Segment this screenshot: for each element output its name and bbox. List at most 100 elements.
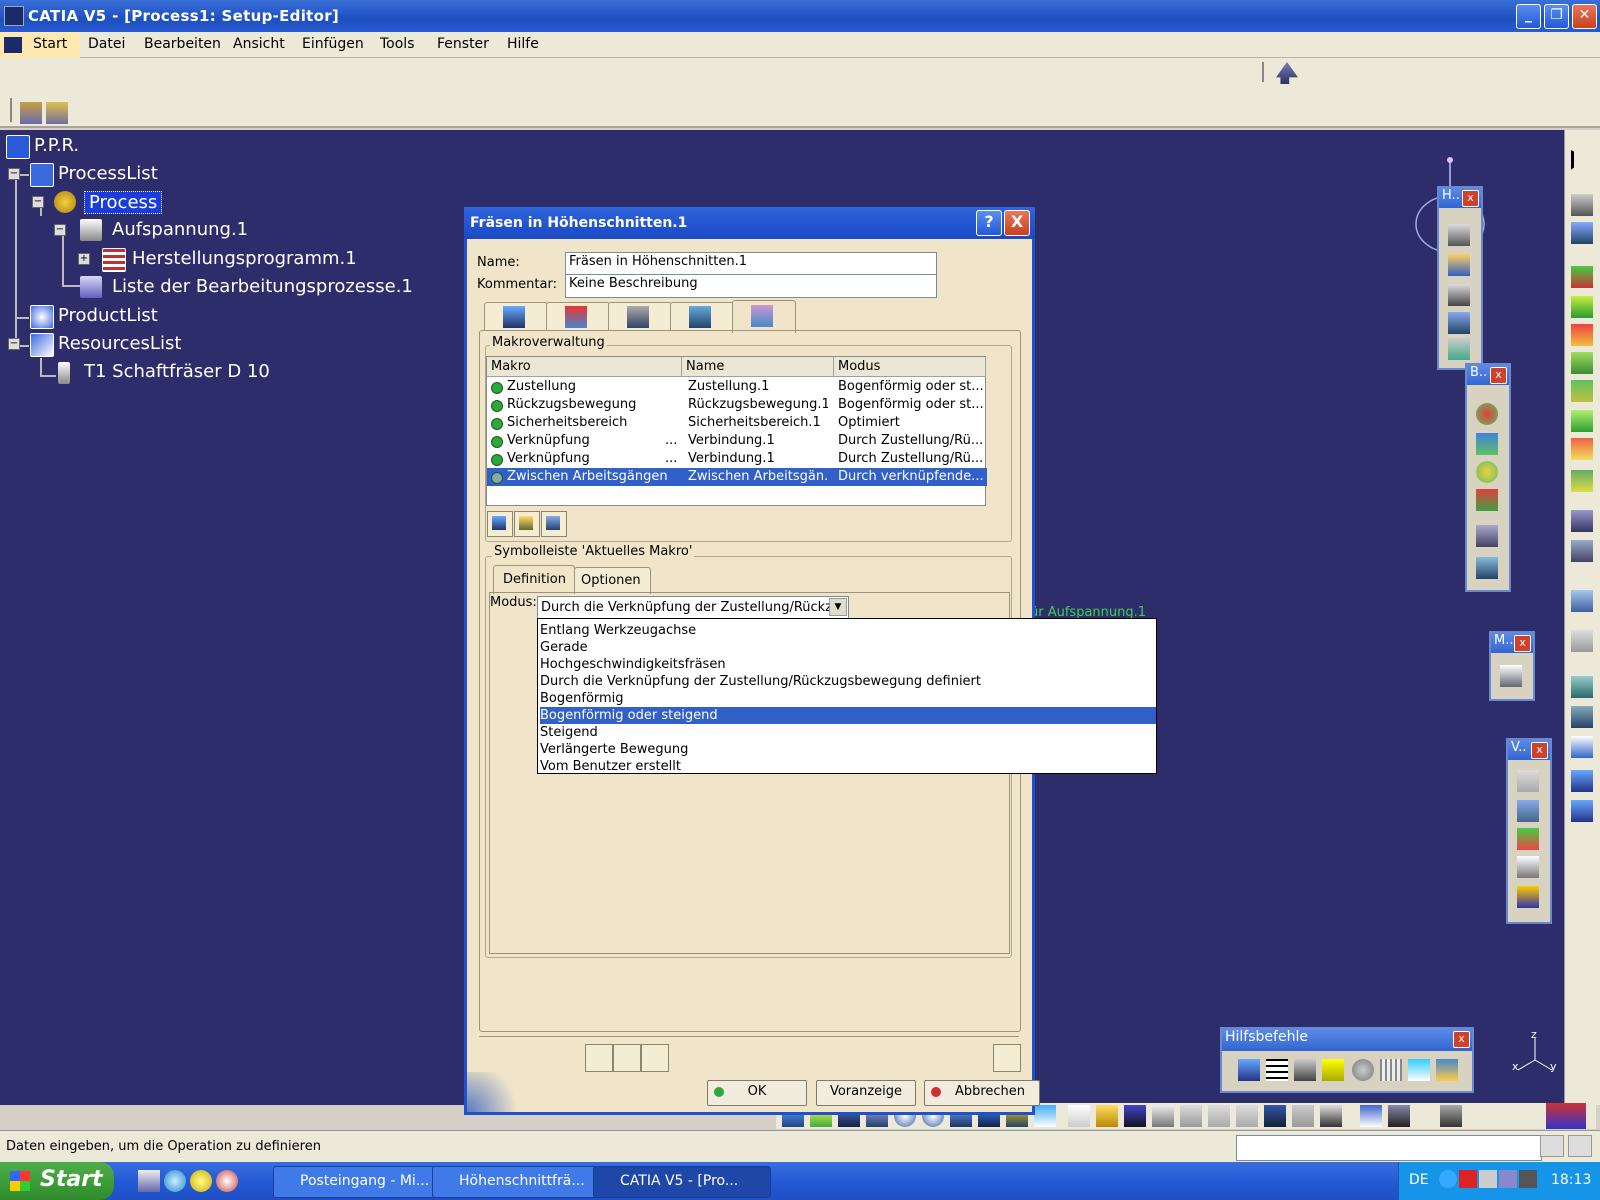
menu-hilfe[interactable]: Hilfe bbox=[507, 36, 539, 52]
transform-icon[interactable] bbox=[1571, 510, 1593, 532]
copy-macro-button[interactable] bbox=[514, 511, 540, 537]
floating-toolbar-hilfsbefehle[interactable]: Hilfsbefehle x bbox=[1220, 1027, 1474, 1093]
command-history-button[interactable] bbox=[1540, 1135, 1564, 1157]
h-tool-2-icon[interactable] bbox=[1448, 254, 1470, 276]
window-titlebar[interactable]: CATIA V5 - [Process1: Setup-Editor] _ ❐ … bbox=[0, 0, 1600, 32]
mode-option[interactable]: Entlang Werkzeugachse bbox=[540, 622, 1156, 639]
tree-node-program[interactable]: Herstellungsprogramm.1 bbox=[132, 248, 357, 269]
setup-node-icon[interactable] bbox=[80, 219, 102, 241]
chevron-down-icon[interactable]: ▼ bbox=[829, 598, 847, 616]
floating-toolbar-b[interactable]: B.. x bbox=[1465, 363, 1511, 592]
m-tool-1-icon[interactable] bbox=[1500, 665, 1522, 687]
tray-clock-icon[interactable] bbox=[1459, 1170, 1477, 1188]
redo-icon[interactable] bbox=[1292, 1105, 1314, 1127]
menu-start[interactable]: Start bbox=[33, 36, 67, 52]
b-tool-1-icon[interactable] bbox=[1476, 403, 1498, 425]
part-op6-icon[interactable] bbox=[1571, 410, 1593, 432]
open-file-icon[interactable] bbox=[1096, 1105, 1118, 1127]
hilfsbefehle-title[interactable]: Hilfsbefehle x bbox=[1222, 1029, 1472, 1051]
tool-path-icon[interactable] bbox=[1571, 590, 1593, 612]
floating-toolbar-v-title[interactable]: V.. x bbox=[1508, 740, 1550, 760]
h-tool-1-icon[interactable] bbox=[1448, 224, 1470, 246]
tab-tool[interactable] bbox=[608, 302, 672, 331]
row-ellipsis[interactable]: ... bbox=[665, 433, 677, 448]
analyze-button[interactable] bbox=[641, 1044, 669, 1072]
productlist-icon[interactable] bbox=[30, 305, 54, 329]
floating-toolbar-m[interactable]: M.. x bbox=[1489, 631, 1535, 701]
hb-tool-4-icon[interactable] bbox=[1322, 1059, 1344, 1081]
nc-output-icon[interactable] bbox=[1388, 1105, 1410, 1127]
hb-tool-5-icon[interactable] bbox=[1352, 1059, 1374, 1081]
menu-einfuegen[interactable]: Einfügen bbox=[302, 36, 364, 52]
language-indicator[interactable]: DE bbox=[1409, 1172, 1429, 1188]
v-tool-3-icon[interactable] bbox=[1517, 828, 1539, 850]
h-tool-4-icon[interactable] bbox=[1448, 312, 1470, 334]
help-button[interactable]: ? bbox=[976, 210, 1002, 236]
dialog-titlebar[interactable]: Fräsen in Höhenschnitten.1 ? X bbox=[464, 207, 1035, 239]
menu-fenster[interactable]: Fenster bbox=[437, 36, 489, 52]
maximize-button[interactable]: ❐ bbox=[1544, 4, 1569, 29]
endmill-icon[interactable] bbox=[58, 362, 70, 384]
view-box-icon[interactable] bbox=[1571, 676, 1593, 698]
tree-collapse-toggle[interactable]: − bbox=[8, 338, 20, 350]
mode-option[interactable]: Durch die Verknüpfung der Zustellung/Rüc… bbox=[540, 673, 1156, 690]
setup-icon[interactable] bbox=[20, 102, 42, 124]
part-op-icon[interactable] bbox=[1571, 266, 1593, 288]
col-header-makro[interactable]: Makro bbox=[487, 357, 682, 377]
table-row[interactable]: Verknüpfung ... Verbindung.1 Durch Zuste… bbox=[487, 450, 987, 468]
floating-toolbar-v[interactable]: V.. x bbox=[1506, 738, 1552, 924]
h-tool-5-icon[interactable] bbox=[1448, 338, 1470, 360]
tree-node-machining-list[interactable]: Liste der Bearbeitungsprozesse.1 bbox=[112, 276, 413, 297]
machining-list-icon[interactable] bbox=[80, 276, 102, 298]
hb-table-icon[interactable] bbox=[1266, 1059, 1288, 1081]
tree-collapse-toggle[interactable]: − bbox=[8, 168, 20, 180]
tab-geometry[interactable] bbox=[484, 302, 548, 331]
close-icon[interactable]: x bbox=[1453, 1031, 1470, 1048]
tree-node-productlist[interactable]: ProductList bbox=[58, 305, 158, 326]
menu-bearbeiten[interactable]: Bearbeiten bbox=[144, 36, 221, 52]
hb-tool-7-icon[interactable] bbox=[1408, 1059, 1430, 1081]
mode-option[interactable]: Steigend bbox=[540, 724, 1156, 741]
tree-node-process[interactable]: Process bbox=[84, 191, 163, 214]
tree-node-tool[interactable]: T1 Schaftfräser D 10 bbox=[84, 361, 270, 382]
hb-tool-6-icon[interactable] bbox=[1380, 1059, 1402, 1081]
row-ellipsis[interactable]: ... bbox=[665, 451, 677, 466]
tab-feeds[interactable] bbox=[670, 302, 734, 331]
quicklaunch-outlook-icon[interactable] bbox=[190, 1170, 212, 1192]
b-tool-2-icon[interactable] bbox=[1476, 433, 1498, 455]
tray-app-icon[interactable] bbox=[1499, 1170, 1517, 1188]
part-op5-icon[interactable] bbox=[1571, 380, 1593, 402]
table-row[interactable]: Sicherheitsbereich Sicherheitsbereich.1 … bbox=[487, 414, 987, 432]
program-icon[interactable] bbox=[46, 102, 68, 124]
resourceslist-icon[interactable] bbox=[30, 333, 54, 357]
hb-tool-1-icon[interactable] bbox=[1238, 1059, 1260, 1081]
tree-node-setup[interactable]: Aufspannung.1 bbox=[112, 219, 248, 240]
ppr-icon[interactable] bbox=[6, 135, 30, 159]
machine-icon[interactable] bbox=[1571, 194, 1593, 216]
print-icon[interactable] bbox=[1152, 1105, 1174, 1127]
tree-node-ppr[interactable]: P.P.R. bbox=[34, 135, 79, 156]
tray-network-icon[interactable] bbox=[1479, 1170, 1497, 1188]
copy-icon[interactable] bbox=[1208, 1105, 1230, 1127]
b-tool-6-icon[interactable] bbox=[1476, 557, 1498, 579]
b-tool-3-icon[interactable] bbox=[1476, 461, 1498, 483]
task-catia[interactable]: CATIA V5 - [Pro... bbox=[593, 1166, 771, 1198]
table-row-selected[interactable]: Zwischen Arbeitsgängen Zwischen Arbeitsg… bbox=[487, 468, 987, 486]
document-icon[interactable] bbox=[1571, 222, 1593, 244]
view-box2-icon[interactable] bbox=[1571, 706, 1593, 728]
whats-this-icon[interactable] bbox=[1320, 1105, 1342, 1127]
table-row[interactable]: Rückzugsbewegung Rückzugsbewegung.1 Boge… bbox=[487, 396, 987, 414]
edit-macro-button[interactable] bbox=[541, 511, 567, 537]
tree-node-resourceslist[interactable]: ResourcesList bbox=[58, 333, 181, 354]
tree-collapse-toggle[interactable]: − bbox=[32, 196, 44, 208]
compass-icon[interactable] bbox=[1276, 62, 1298, 84]
command-options-button[interactable] bbox=[1568, 1135, 1592, 1157]
comment-field[interactable]: Keine Beschreibung bbox=[565, 274, 937, 298]
menu-ansicht[interactable]: Ansicht bbox=[233, 36, 285, 52]
new-file-icon[interactable] bbox=[1068, 1105, 1090, 1127]
tray-device-icon[interactable] bbox=[1519, 1170, 1537, 1188]
part-op2-icon[interactable] bbox=[1571, 296, 1593, 318]
col-header-modus[interactable]: Modus bbox=[834, 357, 986, 377]
view-box3-icon[interactable] bbox=[1571, 736, 1593, 758]
menu-tools[interactable]: Tools bbox=[380, 36, 415, 52]
